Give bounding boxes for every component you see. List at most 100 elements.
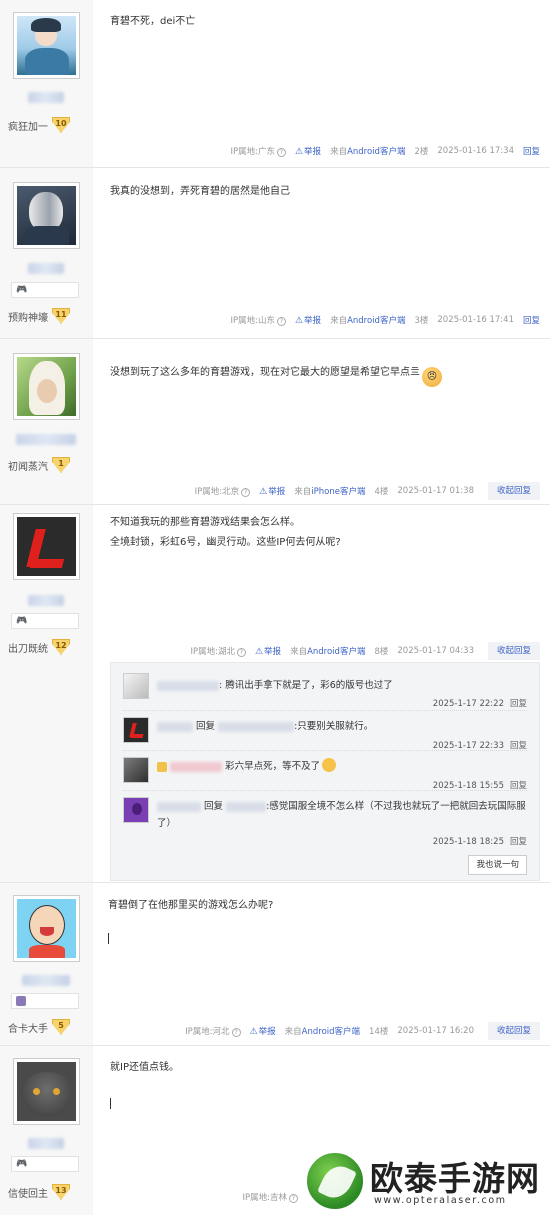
reply-link[interactable]: 回复	[510, 741, 527, 751]
level-badge[interactable]: 信使回主 13	[8, 1181, 70, 1203]
username-blurred[interactable]	[16, 434, 76, 445]
level-badge[interactable]: 初闻蒸汽 1	[8, 454, 70, 476]
avatar[interactable]	[13, 353, 80, 420]
reply-word: 回复	[204, 801, 224, 812]
author-sidebar: 合卡大手 5	[0, 883, 93, 1045]
level-name: 信使回主	[8, 1188, 48, 1200]
level-badge[interactable]: 疯狂加一 10	[8, 114, 70, 136]
username-blurred[interactable]	[157, 721, 193, 732]
badge-box[interactable]: 🎮	[11, 613, 79, 629]
client-source: 来自Android客户端	[330, 147, 406, 157]
reply-link[interactable]: 回复	[510, 837, 527, 847]
report-link[interactable]: ⚠举报	[295, 314, 321, 326]
author-sidebar: 初闻蒸汽 1	[0, 339, 93, 504]
reply-link[interactable]: 回复	[523, 314, 540, 326]
help-icon[interactable]: ?	[276, 148, 286, 157]
post-time: 2025-01-17 16:20	[397, 1026, 474, 1036]
avatar[interactable]	[123, 717, 149, 743]
reply-link[interactable]: 回复	[510, 699, 527, 709]
level-badge[interactable]: 出刀既统 12	[8, 636, 70, 658]
avatar[interactable]	[123, 757, 149, 783]
watermark-name: 欧泰手游网	[370, 1159, 540, 1198]
avatar[interactable]	[13, 1058, 80, 1125]
sub-reply: 回复 :感觉国服全境不怎么样（不过我也就玩了一把就回去玩国际服了） 2025-1…	[123, 791, 527, 847]
client-link[interactable]: Android客户端	[347, 316, 405, 326]
sub-reply-meta: 2025-1-18 15:55 回复	[433, 779, 527, 791]
report-link[interactable]: ⚠举报	[255, 645, 281, 657]
floor-number: 3楼	[414, 316, 429, 326]
post-time: 2025-01-16 17:41	[437, 315, 514, 325]
say-something-button[interactable]: 我也说一句	[468, 855, 527, 875]
help-icon[interactable]: ?	[276, 317, 286, 326]
client-source: 来自iPhone客户端	[294, 487, 366, 497]
help-icon[interactable]: ?	[241, 488, 251, 497]
avatar[interactable]	[13, 182, 80, 249]
level-number: 11	[52, 308, 70, 324]
username-blurred[interactable]	[157, 680, 219, 691]
username-blurred[interactable]	[28, 92, 64, 103]
reply-link[interactable]: 回复	[523, 145, 540, 157]
sub-reply-text: : 腾讯出手拿下就是了，彩6的版号也过了	[219, 680, 393, 691]
client-link[interactable]: Android客户端	[302, 1027, 360, 1037]
post-footer: IP属地:广东? ⚠举报 来自Android客户端 2楼 2025-01-16 …	[221, 143, 540, 159]
username-blurred[interactable]	[28, 263, 64, 274]
username-blurred[interactable]	[22, 975, 70, 986]
username-blurred[interactable]	[28, 595, 64, 606]
warning-icon: ⚠	[259, 487, 268, 497]
post-text: 育碧不死，dei不亡	[110, 16, 196, 27]
collapse-replies-button[interactable]: 收起回复	[487, 642, 540, 660]
badge-box[interactable]: 🎮	[11, 1156, 79, 1172]
post-footer: IP属地:北京? ⚠举报 来自iPhone客户端 4楼 2025-01-17 0…	[186, 482, 540, 500]
warning-icon: ⚠	[294, 147, 304, 157]
report-link[interactable]: ⚠举报	[250, 1025, 276, 1037]
client-link[interactable]: Android客户端	[307, 647, 365, 657]
post-text: 我真的没想到，弄死育碧的居然是他自己	[110, 186, 290, 197]
avatar[interactable]	[13, 895, 80, 962]
sub-reply-meta: 2025-1-18 18:25 回复	[433, 835, 527, 847]
site-watermark: 欧泰手游网 www.opteralaser.com	[304, 1150, 549, 1214]
leaf-logo-icon	[304, 1150, 366, 1212]
username-blurred[interactable]	[170, 761, 223, 772]
report-link[interactable]: ⚠举报	[295, 145, 321, 157]
client-link[interactable]: Android客户端	[347, 147, 405, 157]
client-link[interactable]: iPhone客户端	[311, 487, 365, 497]
help-icon[interactable]: ?	[231, 1028, 241, 1037]
avatar[interactable]	[13, 513, 80, 580]
level-name: 预购神壕	[8, 312, 48, 324]
warning-icon: ⚠	[254, 647, 264, 657]
avatar[interactable]	[123, 673, 149, 699]
level-number: 10	[52, 117, 70, 133]
username-blurred[interactable]	[28, 1138, 64, 1149]
sub-reply-time: 2025-1-17 22:33	[432, 741, 504, 751]
badge-box[interactable]: 🎮	[11, 282, 79, 298]
vip-icon	[157, 761, 167, 772]
post-time: 2025-01-17 01:38	[397, 486, 474, 496]
shield-icon	[16, 996, 26, 1006]
text-cursor	[108, 933, 109, 944]
post-text: 就IP还值点钱。	[110, 1062, 179, 1073]
ip-location: IP属地:吉林	[242, 1193, 288, 1203]
level-badge[interactable]: 预购神壕 11	[8, 305, 70, 327]
avatar[interactable]	[123, 797, 149, 823]
username-blurred[interactable]	[157, 801, 201, 812]
reply-link[interactable]: 回复	[510, 781, 527, 791]
text-cursor	[110, 1098, 111, 1109]
collapse-replies-button[interactable]: 收起回复	[487, 1022, 540, 1040]
level-name: 出刀既统	[8, 643, 48, 655]
sub-reply: 回复 :只要别关服就行。 2025-1-17 22:33 回复	[123, 711, 527, 751]
username-blurred[interactable]	[226, 801, 267, 812]
collapse-replies-button[interactable]: 收起回复	[487, 482, 540, 500]
sub-reply-text: :只要别关服就行。	[294, 721, 374, 732]
watermark-url: www.opteralaser.com	[374, 1195, 507, 1206]
ip-location: IP属地:山东	[230, 316, 275, 326]
badge-box[interactable]	[11, 993, 79, 1009]
help-icon[interactable]: ?	[236, 648, 246, 657]
warning-icon: ⚠	[249, 1027, 258, 1037]
help-icon[interactable]: ?	[289, 1194, 298, 1203]
username-blurred[interactable]	[218, 721, 295, 732]
game-icon: 🎮	[16, 1159, 28, 1169]
avatar[interactable]	[13, 12, 80, 79]
level-badge[interactable]: 合卡大手 5	[8, 1016, 70, 1038]
report-link[interactable]: ⚠举报	[259, 485, 285, 497]
post-footer: IP属地:河北? ⚠举报 来自Android客户端 14楼 2025-01-17…	[176, 1022, 540, 1040]
